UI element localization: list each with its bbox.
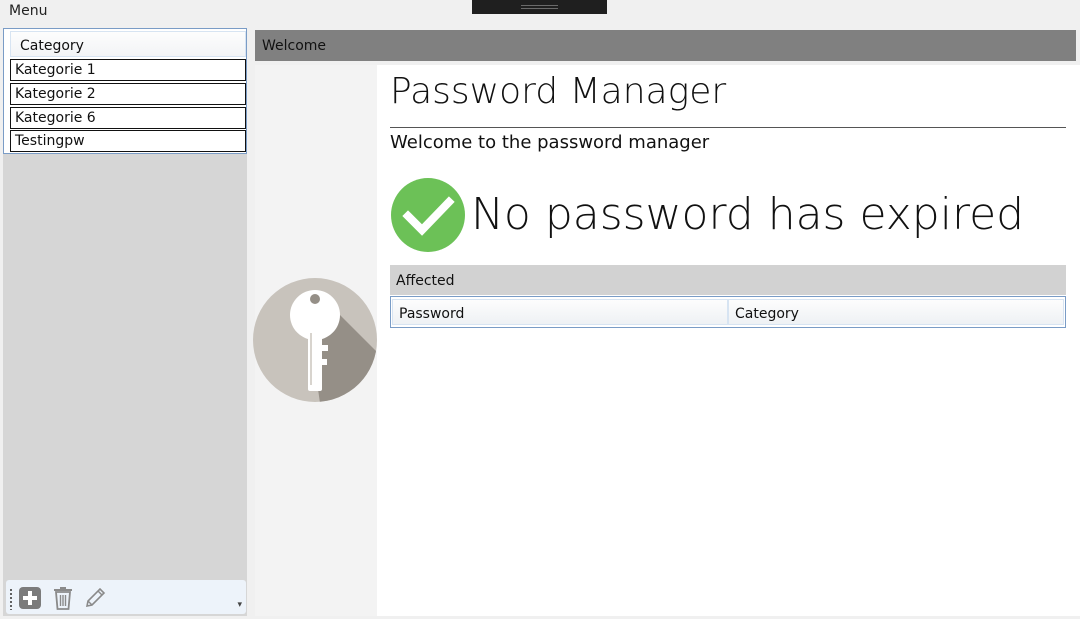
affected-section-header: Affected — [390, 265, 1066, 295]
title-divider — [390, 127, 1066, 128]
page-subtitle: Welcome to the password manager — [390, 132, 710, 153]
add-icon[interactable] — [18, 586, 42, 610]
edit-icon[interactable] — [83, 586, 107, 610]
column-header-password[interactable]: Password — [392, 299, 728, 325]
delete-icon[interactable] — [51, 586, 75, 610]
category-row[interactable]: Testingpw — [10, 130, 246, 152]
page-title: Password Manager — [390, 71, 727, 112]
checkmark-icon — [391, 178, 465, 252]
affected-label: Affected — [396, 273, 455, 289]
logo-strip — [253, 65, 377, 616]
expiry-status-text: No password has expired — [471, 189, 1025, 240]
grip-line — [521, 8, 558, 9]
menu-button[interactable]: Menu — [9, 3, 47, 19]
affected-passwords-grid: Password Category — [390, 296, 1066, 328]
grip-line — [521, 5, 558, 6]
category-toolbar: ▾ — [6, 580, 246, 614]
category-list: Category Kategorie 1 Kategorie 2 Kategor… — [3, 28, 247, 154]
category-column-header[interactable]: Category — [10, 31, 246, 57]
column-header-category[interactable]: Category — [728, 299, 1064, 325]
key-logo-icon — [253, 278, 377, 402]
window-drag-handle[interactable] — [472, 0, 607, 14]
tab-welcome[interactable]: Welcome — [262, 38, 326, 54]
category-row[interactable]: Kategorie 2 — [10, 83, 246, 105]
category-panel: Category Kategorie 1 Kategorie 2 Kategor… — [3, 28, 247, 616]
welcome-page: Password Manager Welcome to the password… — [253, 65, 1080, 616]
category-row[interactable]: Kategorie 1 — [10, 59, 246, 81]
category-row[interactable]: Kategorie 6 — [10, 107, 246, 129]
content-tab-bar: Welcome — [255, 30, 1076, 61]
toolbar-overflow-icon[interactable]: ▾ — [237, 600, 242, 610]
toolbar-grip-icon[interactable] — [10, 588, 12, 610]
